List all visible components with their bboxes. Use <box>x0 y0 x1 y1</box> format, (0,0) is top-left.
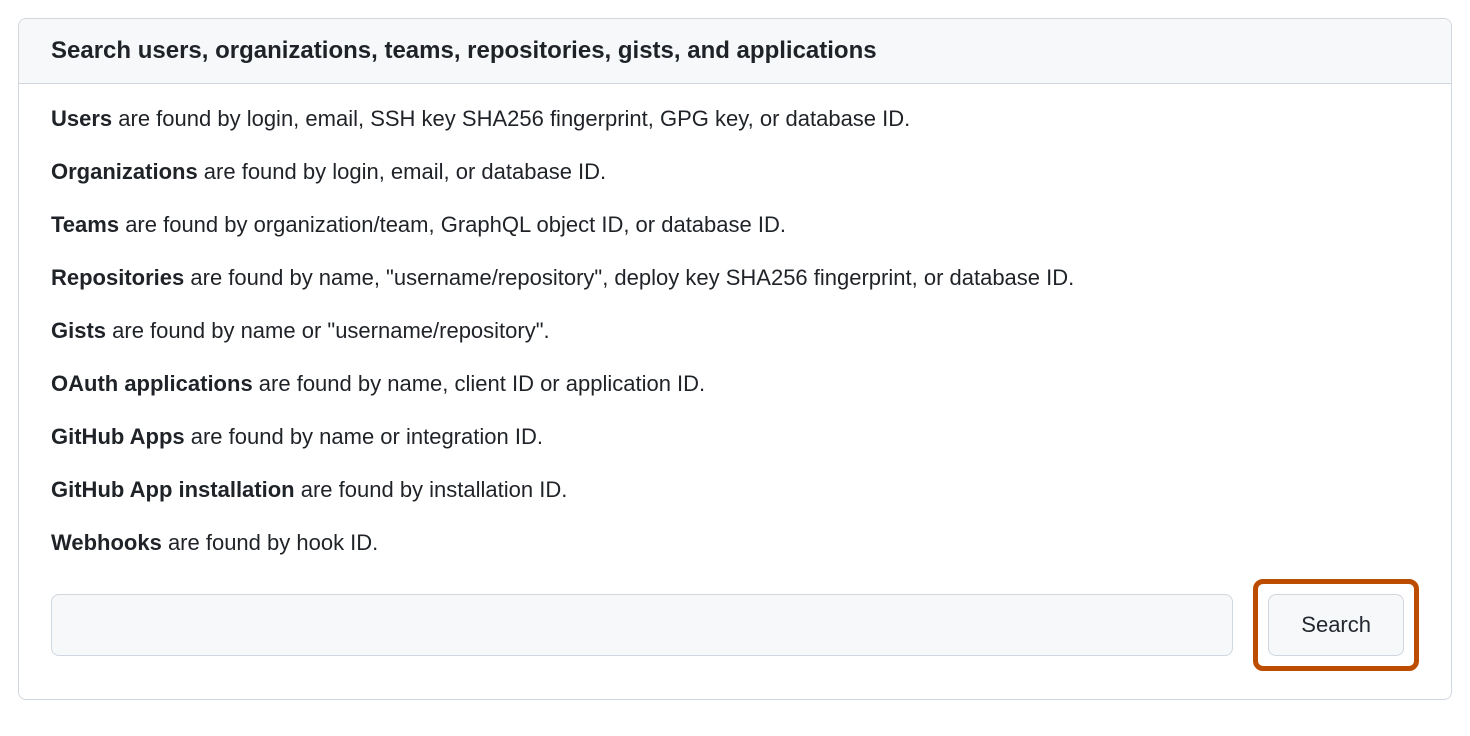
help-text-teams: are found by organization/team, GraphQL … <box>119 212 786 237</box>
help-bold-github-apps: GitHub Apps <box>51 424 185 449</box>
search-button[interactable]: Search <box>1268 594 1404 656</box>
help-text-gists: are found by name or "username/repositor… <box>106 318 550 343</box>
search-button-highlight: Search <box>1253 579 1419 671</box>
help-text-github-apps: are found by name or integration ID. <box>185 424 543 449</box>
help-line-users: Users are found by login, email, SSH key… <box>51 102 1419 135</box>
help-bold-oauth-applications: OAuth applications <box>51 371 253 396</box>
search-panel: Search users, organizations, teams, repo… <box>18 18 1452 700</box>
help-line-webhooks: Webhooks are found by hook ID. <box>51 526 1419 559</box>
panel-body: Users are found by login, email, SSH key… <box>19 84 1451 699</box>
help-bold-webhooks: Webhooks <box>51 530 162 555</box>
help-text-users: are found by login, email, SSH key SHA25… <box>112 106 910 131</box>
help-bold-gists: Gists <box>51 318 106 343</box>
help-text-repositories: are found by name, "username/repository"… <box>184 265 1074 290</box>
help-text-oauth-applications: are found by name, client ID or applicat… <box>253 371 705 396</box>
help-line-oauth-applications: OAuth applications are found by name, cl… <box>51 367 1419 400</box>
help-bold-repositories: Repositories <box>51 265 184 290</box>
search-row: Search <box>51 579 1419 671</box>
help-bold-organizations: Organizations <box>51 159 198 184</box>
help-line-github-app-installation: GitHub App installation are found by ins… <box>51 473 1419 506</box>
help-text-github-app-installation: are found by installation ID. <box>295 477 568 502</box>
search-input[interactable] <box>51 594 1233 656</box>
help-text-organizations: are found by login, email, or database I… <box>198 159 606 184</box>
help-line-teams: Teams are found by organization/team, Gr… <box>51 208 1419 241</box>
help-bold-github-app-installation: GitHub App installation <box>51 477 295 502</box>
help-bold-teams: Teams <box>51 212 119 237</box>
help-line-repositories: Repositories are found by name, "usernam… <box>51 261 1419 294</box>
help-line-github-apps: GitHub Apps are found by name or integra… <box>51 420 1419 453</box>
help-line-organizations: Organizations are found by login, email,… <box>51 155 1419 188</box>
help-text-webhooks: are found by hook ID. <box>162 530 378 555</box>
panel-title: Search users, organizations, teams, repo… <box>51 37 1419 65</box>
help-bold-users: Users <box>51 106 112 131</box>
help-line-gists: Gists are found by name or "username/rep… <box>51 314 1419 347</box>
panel-header: Search users, organizations, teams, repo… <box>19 19 1451 84</box>
